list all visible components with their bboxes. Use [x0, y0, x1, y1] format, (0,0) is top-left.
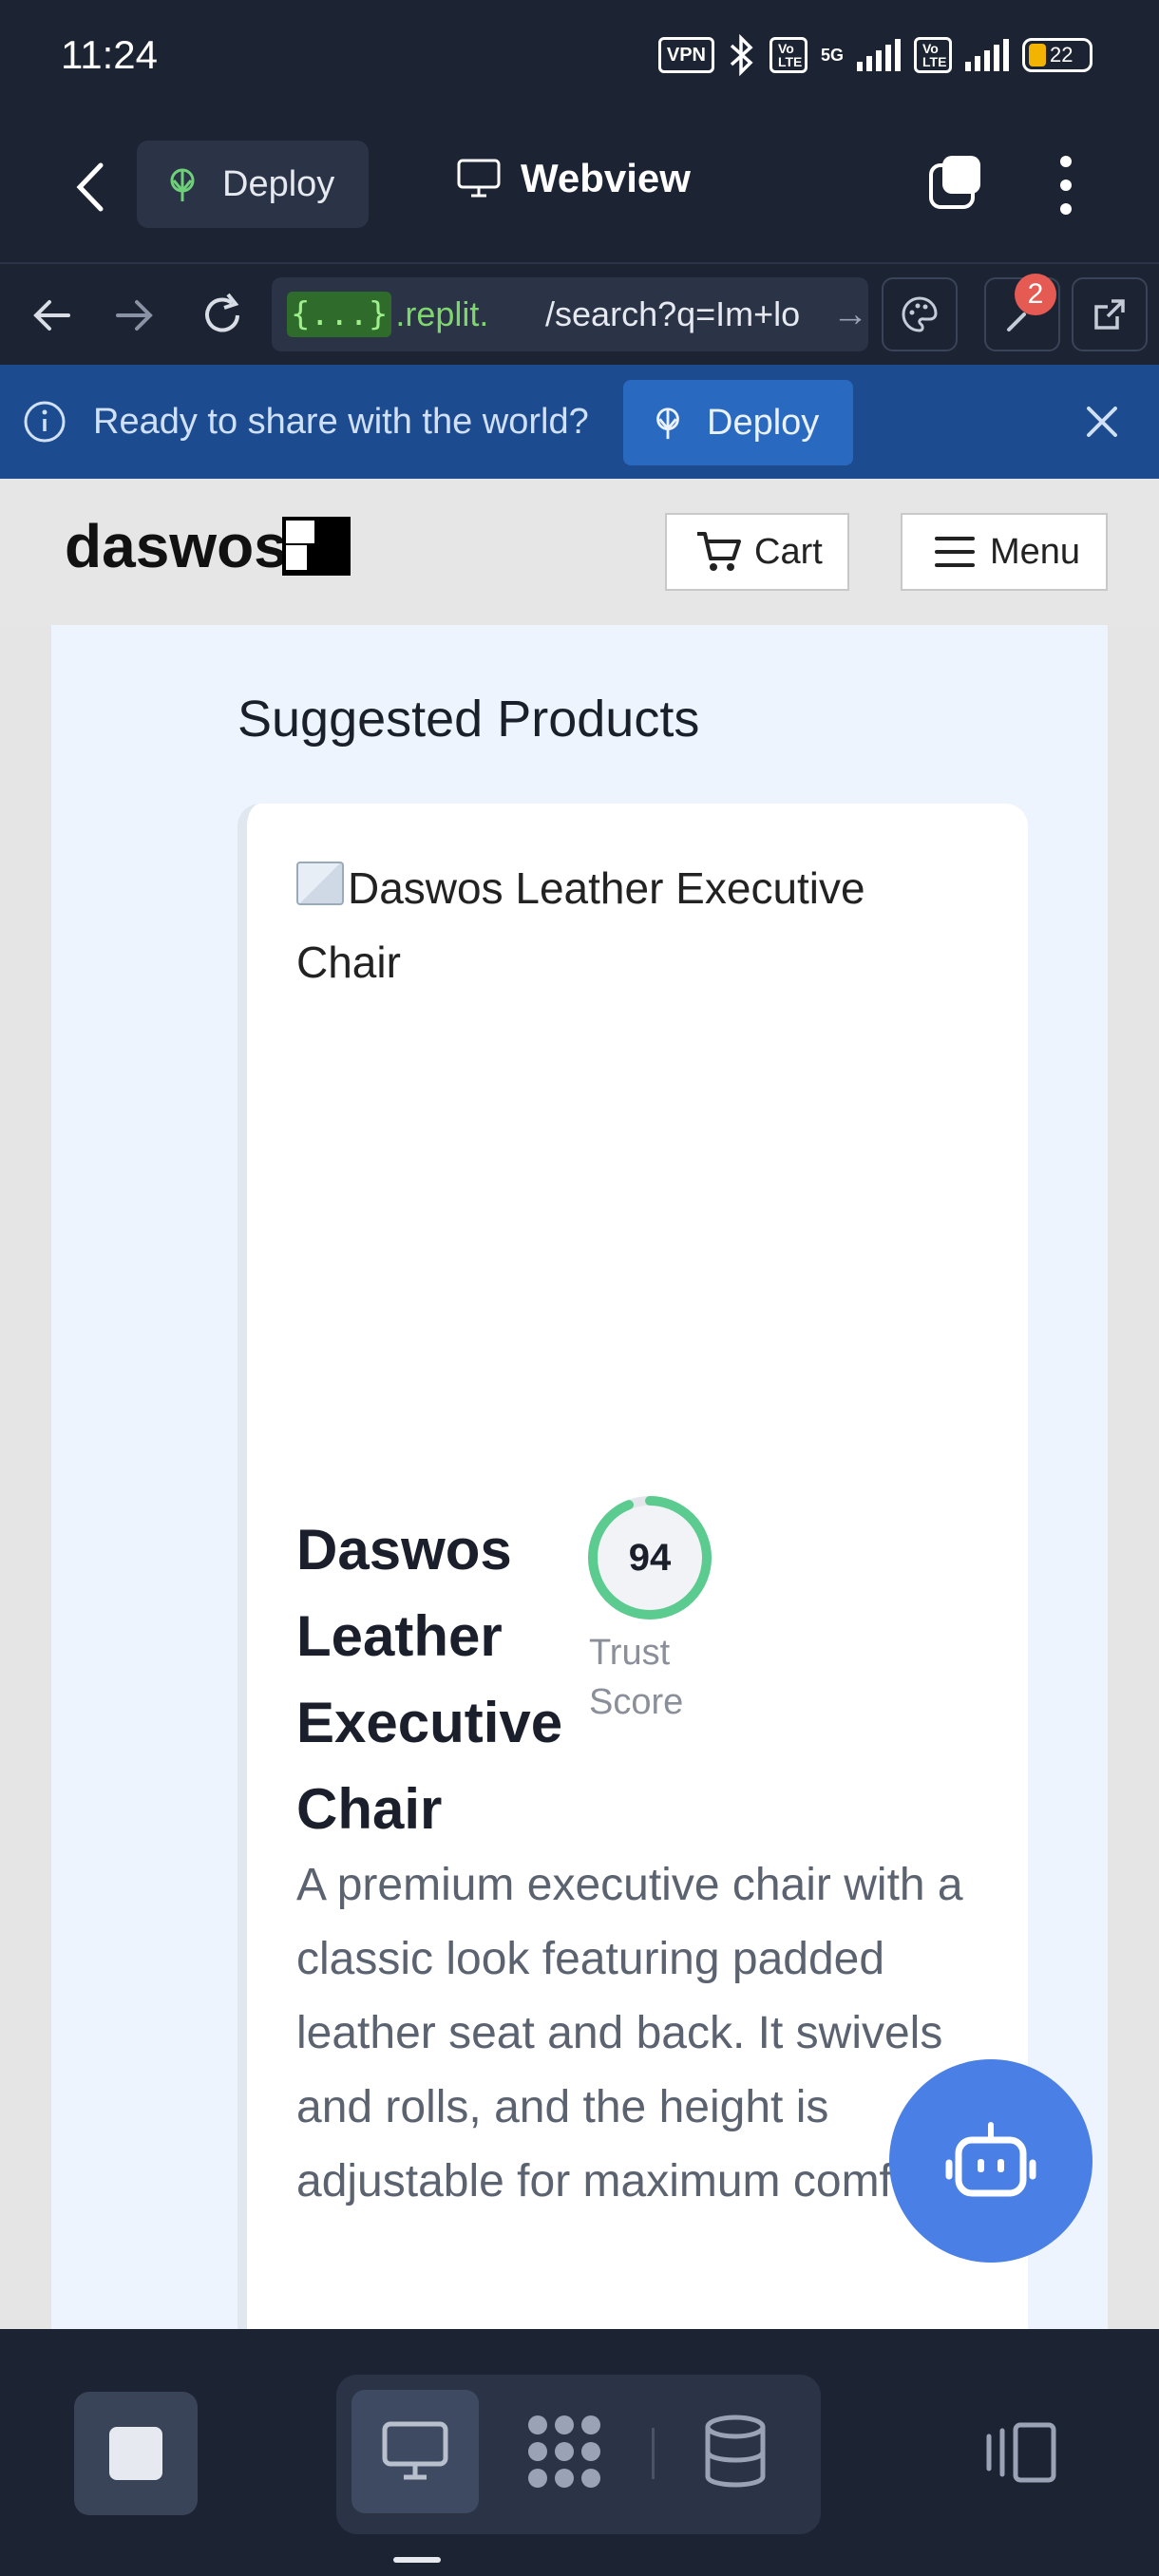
signal-icon-2	[965, 39, 1009, 71]
status-bar: 11:24 VPN Vo LTE 5G Vo LTE 22	[0, 0, 1159, 114]
nodes-icon	[528, 2415, 600, 2488]
vpn-icon: VPN	[657, 37, 714, 73]
deploy-banner: Ready to share with the world? Deploy	[0, 365, 1159, 479]
deploy-tab[interactable]: Deploy	[137, 141, 369, 228]
palette-button[interactable]	[882, 277, 958, 351]
external-link-icon	[1094, 299, 1125, 330]
deploy-icon	[656, 407, 679, 440]
status-time: 11:24	[61, 32, 158, 77]
cart-button[interactable]: Cart	[665, 513, 849, 591]
cart-icon	[697, 532, 741, 571]
monitor-icon	[457, 159, 501, 198]
view-switcher	[336, 2375, 821, 2534]
panels-button[interactable]	[978, 2396, 1064, 2510]
monitor-icon	[382, 2421, 448, 2480]
status-icons: VPN Vo LTE 5G Vo LTE 22	[657, 34, 1092, 76]
url-go-icon[interactable]: →	[832, 294, 868, 335]
database-view-button[interactable]	[678, 2390, 792, 2513]
info-icon	[24, 401, 66, 443]
bottom-nav	[0, 2329, 1159, 2576]
stop-button[interactable]	[74, 2392, 198, 2515]
banner-deploy-label: Deploy	[707, 402, 820, 443]
deploy-tab-label: Deploy	[222, 163, 335, 204]
volte-icon-2: Vo LTE	[914, 37, 952, 73]
browser-back-icon[interactable]	[23, 287, 80, 344]
battery-icon: 22	[1022, 38, 1092, 72]
robot-icon	[945, 2122, 1036, 2197]
broken-image-icon	[296, 862, 344, 905]
volte-icon: Vo LTE	[769, 37, 808, 73]
home-indicator	[393, 2557, 441, 2563]
menu-button[interactable]: Menu	[901, 513, 1108, 591]
bluetooth-icon	[730, 34, 753, 76]
battery-level: 22	[1050, 43, 1074, 66]
url-field[interactable]: {...} .replit. /search?q=Im+lo →	[272, 277, 868, 351]
banner-deploy-button[interactable]: Deploy	[623, 380, 853, 465]
section-title: Suggested Products	[238, 691, 700, 748]
site-logo[interactable]: daswos	[65, 511, 351, 581]
panels-icon	[986, 2422, 1056, 2483]
stop-icon	[109, 2427, 162, 2480]
open-external-button[interactable]	[1072, 277, 1148, 351]
database-icon	[705, 2415, 766, 2488]
notification-badge: 2	[1015, 274, 1056, 315]
network-type: 5G	[820, 45, 844, 65]
divider	[652, 2428, 655, 2479]
browser-forward-icon[interactable]	[106, 287, 163, 344]
webview-tab-label: Webview	[521, 156, 691, 200]
webview-page: daswos Cart Menu Suggested Products Dasw…	[0, 479, 1159, 2329]
nodes-view-button[interactable]	[507, 2390, 621, 2513]
cart-label: Cart	[754, 531, 823, 572]
url-path: /search?q=Im+lo	[545, 294, 801, 333]
back-chevron-icon[interactable]	[66, 154, 114, 220]
assistant-button[interactable]	[889, 2059, 1092, 2263]
more-vertical-icon[interactable]	[1045, 152, 1087, 218]
product-image: Daswos Leather Executive Chair	[296, 851, 980, 999]
url-host: .replit.	[395, 294, 489, 333]
hamburger-icon	[935, 537, 975, 567]
webview-view-button[interactable]	[352, 2390, 479, 2513]
app-header: Deploy Webview	[0, 114, 1159, 262]
browser-bar: {...} .replit. /search?q=Im+lo →	[0, 262, 1159, 365]
trust-score-value: 94	[628, 1536, 672, 1579]
trust-score-label: Trust Score	[589, 1633, 684, 1722]
product-image-alt: Daswos Leather Executive Chair	[296, 863, 865, 987]
webview-tab[interactable]: Webview	[456, 156, 691, 201]
signal-icon	[857, 39, 901, 71]
banner-text: Ready to share with the world?	[93, 401, 589, 442]
site-header: daswos Cart Menu	[0, 479, 1159, 625]
deploy-icon	[170, 168, 195, 201]
tabs-icon[interactable]	[925, 152, 986, 213]
menu-label: Menu	[990, 531, 1081, 572]
site-logo-text: daswos	[65, 512, 288, 580]
product-name[interactable]: Daswos Leather Executive Chair	[296, 1506, 572, 1852]
close-icon[interactable]	[1083, 403, 1121, 441]
url-repl-tag: {...}	[287, 292, 392, 337]
logo-mark-icon	[281, 517, 351, 576]
palette-icon	[902, 296, 938, 332]
reload-icon[interactable]	[194, 287, 251, 344]
